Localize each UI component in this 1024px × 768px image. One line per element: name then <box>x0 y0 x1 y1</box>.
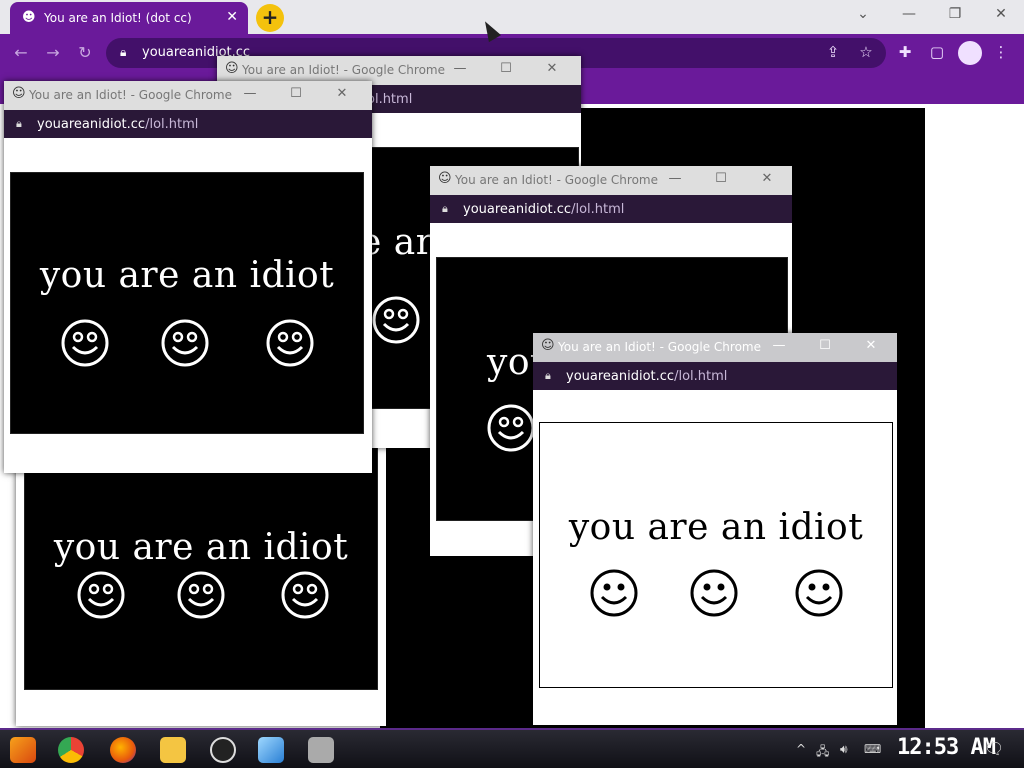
smiley-icon <box>690 569 738 617</box>
volume-icon[interactable]: 🔊︎ <box>840 742 848 757</box>
smiley-icon <box>281 571 329 619</box>
lock-icon: 🔒︎ <box>120 45 127 59</box>
smiley-icon: ☺ <box>438 171 452 186</box>
lock-icon: 🔒︎ <box>16 117 22 130</box>
popup-address-bar[interactable]: 🔒︎ youareanidiot.cc/lol.html <box>533 362 897 390</box>
smiley-icon <box>61 319 109 367</box>
chrome-icon[interactable] <box>58 737 84 763</box>
smiley-icon <box>487 404 535 452</box>
smiley-icon: ☺ <box>225 61 239 76</box>
minimize-icon[interactable]: — <box>238 86 262 101</box>
screenshot-icon[interactable] <box>308 737 334 763</box>
idiot-text: you are an idiot <box>568 507 864 548</box>
restore-icon[interactable]: ❐ <box>940 6 970 22</box>
forward-icon[interactable]: → <box>42 43 64 62</box>
taskbar: ^ 🖧︎ 🔊︎ ⌨ 12:53 AM 🗨︎ <box>0 728 1024 768</box>
popup-title: You are an Idiot! - Google Chrome <box>558 340 761 354</box>
firefox-icon[interactable] <box>110 737 136 763</box>
obs-icon[interactable] <box>210 737 236 763</box>
reload-icon[interactable]: ↻ <box>74 43 96 62</box>
app-icon[interactable] <box>258 737 284 763</box>
keyboard-icon[interactable]: ⌨ <box>864 742 881 756</box>
notification-icon[interactable]: 🗨︎ <box>984 739 1004 758</box>
popup-url[interactable]: youareanidiot.cc/lol.html <box>463 202 624 217</box>
popup-address-bar[interactable]: 🔒︎ youareanidiot.cc/lol.html <box>4 110 372 138</box>
smiley-icon: ☺ <box>12 86 26 101</box>
maximize-icon[interactable]: ☐ <box>494 61 518 76</box>
popup-url[interactable]: youareanidiot.cc/lol.html <box>566 369 727 384</box>
maximize-icon[interactable]: ☐ <box>813 338 837 353</box>
files-icon[interactable] <box>160 737 186 763</box>
smiley-icon <box>177 571 225 619</box>
extensions-icon[interactable]: ✚ <box>894 43 916 61</box>
minimize-icon[interactable]: — <box>663 171 687 186</box>
menu-icon[interactable]: ⋮ <box>990 43 1012 61</box>
smiley-icon <box>795 569 843 617</box>
idiot-text: you are an idiot <box>53 527 349 568</box>
lock-icon: 🔒︎ <box>545 369 551 382</box>
smiley-icon <box>161 319 209 367</box>
bookmark-star-icon[interactable]: ☆ <box>855 43 877 61</box>
popup-title: You are an Idiot! - Google Chrome <box>242 63 445 77</box>
popup-body: you are an idiot <box>4 138 372 473</box>
minimize-icon[interactable]: — <box>767 338 791 353</box>
lock-icon: 🔒︎ <box>442 202 448 215</box>
clock[interactable]: 12:53 AM <box>897 735 996 760</box>
popup-titlebar[interactable]: ☺ You are an Idiot! - Google Chrome — ☐ … <box>430 166 792 195</box>
popup-content: you are an idiot <box>539 422 893 688</box>
smiley-icon <box>77 571 125 619</box>
popup-content: you are an idiot <box>10 172 364 434</box>
popup-titlebar[interactable]: ☺ You are an Idiot! - Google Chrome — ☐ … <box>4 81 372 110</box>
new-tab-button[interactable]: + <box>256 4 284 32</box>
popup-url[interactable]: youareanidiot.cc/lol.html <box>37 117 198 132</box>
tab-search-icon[interactable]: ⌄ <box>848 6 878 22</box>
tab-title: You are an Idiot! (dot cc) <box>44 11 192 25</box>
popup-window-1[interactable]: ☺ You are an Idiot! - Google Chrome — ☐ … <box>4 81 372 473</box>
close-window-icon[interactable]: ✕ <box>986 6 1016 22</box>
minimize-icon[interactable]: — <box>894 6 924 22</box>
close-icon[interactable]: ✕ <box>330 86 354 101</box>
smiley-icon: ☺ <box>541 338 555 353</box>
popup-titlebar[interactable]: ☺ You are an Idiot! - Google Chrome — ☐ … <box>533 333 897 362</box>
sidepanel-icon[interactable]: ▢ <box>926 43 948 61</box>
close-icon[interactable]: ✕ <box>755 171 779 186</box>
tab-you-are-an-idiot[interactable]: ☻ You are an Idiot! (dot cc) ✕ <box>10 2 248 34</box>
close-tab-icon[interactable]: ✕ <box>226 9 238 25</box>
smiley-icon <box>590 569 638 617</box>
maximize-icon[interactable]: ☐ <box>709 171 733 186</box>
smiley-icon <box>266 319 314 367</box>
tray-chevron-icon[interactable]: ^ <box>796 742 806 756</box>
profile-avatar[interactable] <box>958 41 982 65</box>
idiot-text: you are an idiot <box>39 255 335 296</box>
popup-title: You are an Idiot! - Google Chrome <box>29 88 232 102</box>
smiley-icon: ☻ <box>22 10 36 25</box>
smiley-icon <box>372 296 420 344</box>
popup-url[interactable]: ol.html <box>367 92 412 107</box>
popup-body: you are an idiot <box>533 390 897 725</box>
close-icon[interactable]: ✕ <box>540 61 564 76</box>
popup-title: You are an Idiot! - Google Chrome <box>455 173 658 187</box>
share-icon[interactable]: ⇪ <box>822 43 844 61</box>
maximize-icon[interactable]: ☐ <box>284 86 308 101</box>
minimize-icon[interactable]: — <box>448 61 472 76</box>
popup-address-bar[interactable]: 🔒︎ youareanidiot.cc/lol.html <box>430 195 792 223</box>
tab-strip: ☻ You are an Idiot! (dot cc) ✕ + ⌄ — ❐ ✕ <box>0 0 1024 34</box>
network-icon[interactable]: 🖧︎ <box>816 742 829 763</box>
start-icon[interactable] <box>10 737 36 763</box>
popup-window-4[interactable]: ☺ You are an Idiot! - Google Chrome — ☐ … <box>533 333 897 725</box>
back-icon[interactable]: ← <box>10 43 32 62</box>
close-icon[interactable]: ✕ <box>859 338 883 353</box>
